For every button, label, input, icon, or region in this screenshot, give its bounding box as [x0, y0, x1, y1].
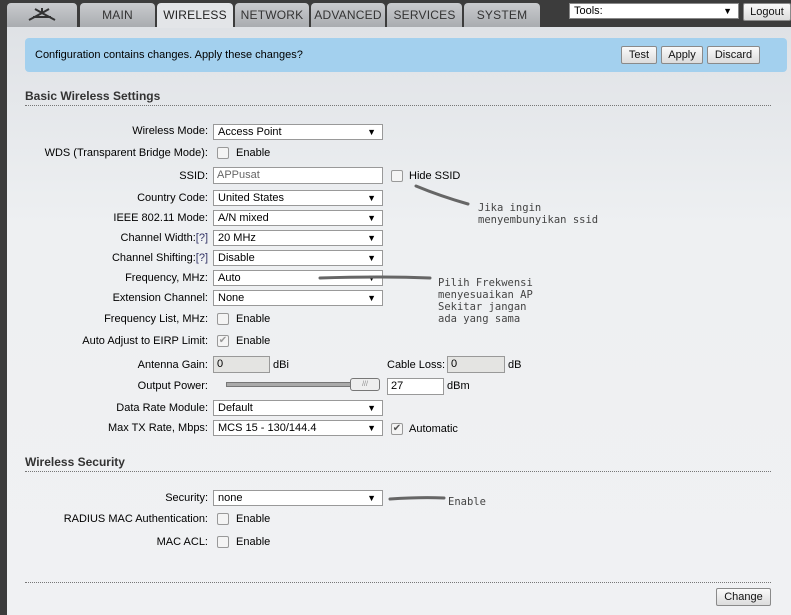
tab-services[interactable]: SERVICES [387, 3, 462, 27]
output-power-label: Output Power: [137, 380, 208, 392]
value: Default [218, 402, 253, 414]
chevron-down-icon: ▼ [367, 403, 376, 413]
ieee-select[interactable]: A/N mixed ▼ [213, 210, 383, 226]
channel-width-label: Channel Width:[?] [121, 232, 208, 244]
wireless-mode-select[interactable]: Access Point ▼ [213, 124, 383, 140]
wds-label: WDS (Transparent Bridge Mode): [44, 147, 208, 159]
eirp-option: Enable [236, 335, 271, 347]
logout-button[interactable]: Logout [743, 3, 791, 21]
cable-loss-input[interactable]: 0 [447, 356, 505, 373]
divider [25, 582, 771, 583]
ssid-input[interactable]: APPusat [213, 167, 383, 184]
ieee-label: IEEE 802.11 Mode: [113, 212, 208, 224]
antenna-gain-input[interactable]: 0 [213, 356, 270, 373]
tools-label: Tools: [574, 5, 603, 17]
help-link[interactable]: [?] [196, 252, 208, 264]
wireless-mode-label: Wireless Mode: [132, 125, 208, 137]
value: None [218, 292, 245, 304]
value: MCS 15 - 130/144.4 [218, 422, 317, 434]
tab-wireless[interactable]: WIRELESS [157, 3, 233, 28]
output-power-unit: dBm [447, 380, 470, 392]
chevron-down-icon: ▼ [367, 273, 376, 283]
chevron-down-icon: ▼ [367, 293, 376, 303]
value: United States [218, 192, 285, 204]
apply-button[interactable]: Apply [661, 46, 703, 64]
max-tx-label: Max TX Rate, Mbps: [107, 422, 208, 434]
frequency-select[interactable]: Auto ▼ [213, 270, 383, 286]
extension-label: Extension Channel: [112, 292, 208, 304]
data-rate-label: Data Rate Module: [116, 402, 208, 414]
wds-option: Enable [236, 147, 271, 159]
section-title-security: Wireless Security [25, 455, 771, 472]
freq-list-checkbox[interactable] [217, 313, 229, 325]
tab-advanced[interactable]: ADVANCED [311, 3, 385, 27]
value: Disable [218, 252, 255, 264]
tab-system[interactable]: SYSTEM [464, 3, 540, 27]
value: none [218, 492, 243, 504]
help-link[interactable]: [?] [196, 232, 208, 244]
freq-list-option: Enable [236, 313, 271, 325]
data-rate-select[interactable]: Default ▼ [213, 400, 383, 416]
banner-message: Configuration contains changes. Apply th… [35, 49, 303, 61]
ssid-label: SSID: [179, 170, 208, 182]
test-button[interactable]: Test [621, 46, 657, 64]
security-label: Security: [165, 492, 208, 504]
automatic-label: Automatic [409, 423, 458, 435]
radius-checkbox[interactable] [217, 513, 229, 525]
country-label: Country Code: [137, 192, 208, 204]
tab-main[interactable]: MAIN [80, 3, 155, 27]
chevron-down-icon: ▼ [367, 127, 376, 137]
chevron-down-icon: ▼ [367, 193, 376, 203]
antenna-gain-label: Antenna Gain: [137, 359, 208, 371]
tab-network[interactable]: NETWORK [235, 3, 309, 27]
country-select[interactable]: United States ▼ [213, 190, 383, 206]
hide-ssid-label: Hide SSID [409, 170, 461, 182]
section-title-basic: Basic Wireless Settings [25, 89, 771, 106]
logo-tab[interactable] [7, 3, 77, 27]
output-power-input[interactable]: 27 [387, 378, 444, 395]
label: Channel Shifting: [111, 252, 196, 264]
chevron-down-icon: ▼ [367, 213, 376, 223]
antenna-gain-unit: dBi [273, 359, 289, 371]
value: A/N mixed [218, 212, 269, 224]
wds-checkbox[interactable] [217, 147, 229, 159]
annotation-ssid: Jika ingin menyembunyikan ssid [478, 202, 599, 226]
cable-loss-label: Cable Loss: [387, 359, 446, 371]
ubiquiti-logo-icon [28, 8, 56, 21]
automatic-checkbox[interactable]: ✔ [391, 423, 403, 435]
slider-handle[interactable]: /// [350, 378, 380, 391]
channel-shifting-label: Channel Shifting:[?] [112, 252, 208, 264]
discard-button[interactable]: Discard [707, 46, 760, 64]
eirp-label: Auto Adjust to EIRP Limit: [82, 335, 208, 347]
value: Auto [218, 272, 241, 284]
hide-ssid-checkbox[interactable] [391, 170, 403, 182]
extension-select[interactable]: None ▼ [213, 290, 383, 306]
mac-acl-label: MAC ACL: [156, 536, 208, 548]
chevron-down-icon: ▼ [367, 493, 376, 503]
radius-label: RADIUS MAC Authentication: [63, 513, 208, 525]
chevron-down-icon: ▼ [367, 253, 376, 263]
eirp-checkbox[interactable]: ✔ [217, 335, 229, 347]
label: Channel Width: [120, 232, 196, 244]
value: 20 MHz [218, 232, 256, 244]
channel-shifting-select[interactable]: Disable ▼ [213, 250, 383, 266]
max-tx-select[interactable]: MCS 15 - 130/144.4 ▼ [213, 420, 383, 436]
mac-acl-checkbox[interactable] [217, 536, 229, 548]
tools-select[interactable]: Tools: ▼ [569, 3, 739, 19]
chevron-down-icon: ▼ [723, 6, 732, 16]
radius-option: Enable [236, 513, 271, 525]
channel-width-select[interactable]: 20 MHz ▼ [213, 230, 383, 246]
chevron-down-icon: ▼ [367, 233, 376, 243]
change-button[interactable]: Change [716, 588, 771, 606]
value: Access Point [218, 126, 282, 138]
chevron-down-icon: ▼ [367, 423, 376, 433]
freq-list-label: Frequency List, MHz: [104, 313, 208, 325]
annotation-frequency: Pilih Frekwensi menyesuaikan AP Sekitar … [438, 277, 533, 325]
frequency-label: Frequency, MHz: [125, 272, 208, 284]
security-select[interactable]: none ▼ [213, 490, 383, 506]
annotation-security: Enable [448, 496, 486, 508]
cable-loss-unit: dB [508, 359, 522, 371]
mac-acl-option: Enable [236, 536, 271, 548]
